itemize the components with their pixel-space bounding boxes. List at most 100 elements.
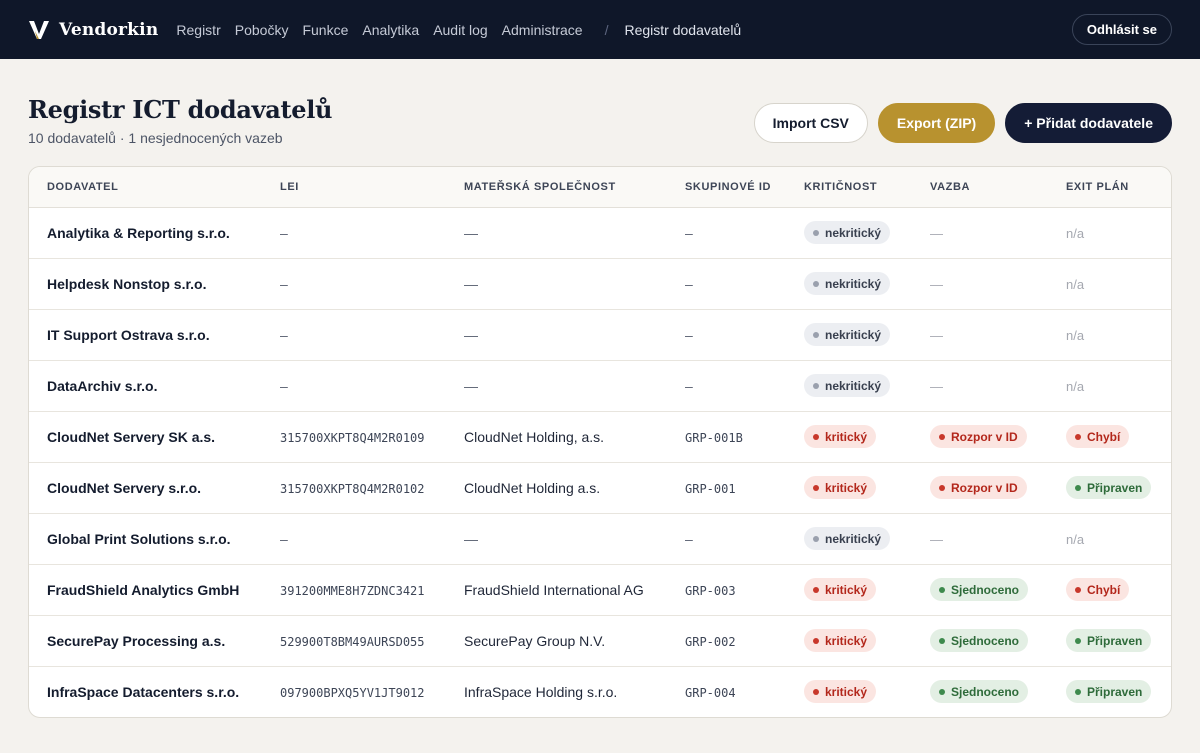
criticality-badge: nekritický [804,323,891,346]
vendor-name-cell[interactable]: DataArchiv s.r.o. [29,360,262,412]
status-dot-icon [813,382,819,389]
exit-plan-label: Připraven [1087,633,1143,648]
group-id-cell-text: GRP-004 [685,685,736,700]
breadcrumb-separator: / [604,21,609,38]
vendor-name-cell[interactable]: SecurePay Processing a.s. [29,615,262,667]
table-row[interactable]: FraudShield Analytics GmbH 391200MME8H7ZD… [29,564,1171,616]
vendor-name-cell[interactable]: Helpdesk Nonstop s.r.o. [29,258,262,310]
status-dot-icon [939,688,945,695]
lei-cell: 097900BPXQ5YV1JT9012 [262,666,446,717]
vendor-name-cell[interactable]: CloudNet Servery s.r.o. [29,462,262,514]
column-header-criticality[interactable]: Kritičnost [786,167,912,208]
lei-cell-text: – [280,326,288,343]
nav-item-audit-log[interactable]: Audit log [433,22,487,38]
criticality-label: kritický [825,582,868,597]
criticality-label: nekritický [825,378,882,393]
status-dot-icon [813,229,819,236]
group-id-cell: – [667,360,786,412]
parent-cell: InfraSpace Holding s.r.o. [446,666,667,717]
table-row[interactable]: CloudNet Servery s.r.o. 315700XKPT8Q4M2R0… [29,462,1171,514]
vendor-name-cell-text: IT Support Ostrava s.r.o. [47,326,210,343]
page-title: Registr ICT dodavatelů [28,95,333,124]
vendor-name-cell[interactable]: Analytika & Reporting s.r.o. [29,207,262,259]
parent-cell-text: InfraSpace Holding s.r.o. [464,683,618,700]
column-header-lei[interactable]: LEI [262,167,446,208]
column-header-link[interactable]: Vazba [912,167,1048,208]
group-id-cell: GRP-001 [667,462,786,514]
nav-item-pobocky[interactable]: Pobočky [235,22,289,38]
link-status-badge: Rozpor v ID [930,476,1027,499]
table-row[interactable]: InfraSpace Datacenters s.r.o. 097900BPXQ5… [29,666,1171,717]
table-row[interactable]: Analytika & Reporting s.r.o. – — – nekritick… [29,207,1171,259]
column-header-vendor[interactable]: Dodavatel [29,167,262,208]
parent-cell: CloudNet Holding a.s. [446,462,667,514]
link-status-empty: — [930,276,943,292]
lei-cell-text: – [280,224,288,241]
lei-cell-text: 315700XKPT8Q4M2R0102 [280,481,425,496]
criticality-label: nekritický [825,531,882,546]
link-status-badge: Sjednoceno [930,629,1029,652]
table-header-row: Dodavatel LEI Mateřská společnost Skupin… [29,167,1171,208]
main-nav: Registr Pobočky Funkce Analytika Audit l… [176,22,741,38]
link-status-label: Sjednoceno [951,582,1020,597]
nav-item-funkce[interactable]: Funkce [302,22,348,38]
vendor-name-cell[interactable]: IT Support Ostrava s.r.o. [29,309,262,361]
parent-cell: — [446,309,667,361]
exit-plan-empty: n/a [1066,531,1085,547]
table-row[interactable]: CloudNet Servery SK a.s. 315700XKPT8Q4M2R… [29,411,1171,463]
exit-plan-empty: n/a [1066,327,1085,343]
status-dot-icon [813,586,819,593]
page-subtitle: 10 dodavatelů · 1 nesjednocených vazeb [28,130,283,146]
table-row[interactable]: Helpdesk Nonstop s.r.o. – — – nekritický — n/a [29,258,1171,310]
status-dot-icon [813,433,819,440]
column-header-exit-plan[interactable]: Exit plán [1048,167,1171,208]
add-vendor-button[interactable]: + Přidat dodavatele [1005,103,1172,143]
column-header-group-id[interactable]: Skupinové ID [667,167,786,208]
table-body: Analytika & Reporting s.r.o. – — – nekritick… [29,207,1171,717]
exit-plan-cell: n/a [1048,258,1171,310]
parent-cell: CloudNet Holding, a.s. [446,411,667,463]
export-zip-button[interactable]: Export (ZIP) [877,103,996,143]
group-id-cell: – [667,258,786,310]
vendor-name-cell-text: Global Print Solutions s.r.o. [47,530,231,547]
criticality-badge: nekritický [804,221,891,244]
parent-cell-text: SecurePay Group N.V. [464,632,606,649]
vendor-name-cell-text: CloudNet Servery s.r.o. [47,479,202,496]
link-status-cell: Rozpor v ID [912,462,1048,514]
title-block: Registr ICT dodavatelů 10 dodavatelů · 1… [28,95,754,146]
exit-plan-cell: Chybí [1048,411,1171,463]
vendor-name-cell[interactable]: CloudNet Servery SK a.s. [29,411,262,463]
criticality-badge: kritický [804,578,877,601]
link-status-label: Rozpor v ID [951,480,1018,495]
table-row[interactable]: DataArchiv s.r.o. – — – nekritický — n/a [29,360,1171,412]
status-dot-icon [939,637,945,644]
nav-item-registr[interactable]: Registr [176,22,220,38]
link-status-label: Sjednoceno [951,684,1020,699]
vendor-name-cell[interactable]: FraudShield Analytics GmbH [29,564,262,616]
table-row[interactable]: Global Print Solutions s.r.o. – — – nekritic… [29,513,1171,565]
status-dot-icon [939,433,945,440]
lei-cell-text: 315700XKPT8Q4M2R0109 [280,430,425,445]
group-id-cell-text: – [685,377,693,394]
lei-cell-text: 529900T8BM49AURSD055 [280,634,425,649]
criticality-badge: kritický [804,476,877,499]
vendor-name-cell[interactable]: Global Print Solutions s.r.o. [29,513,262,565]
table-row[interactable]: SecurePay Processing a.s. 529900T8BM49AUR… [29,615,1171,667]
nav-item-analytika[interactable]: Analytika [362,22,419,38]
group-id-cell: – [667,513,786,565]
criticality-label: nekritický [825,225,882,240]
table-row[interactable]: IT Support Ostrava s.r.o. – — – nekritický — n… [29,309,1171,361]
nav-item-administrace[interactable]: Administrace [502,22,583,38]
logout-button[interactable]: Odhlásit se [1071,14,1172,45]
parent-cell: FraudShield International AG [446,564,667,616]
lei-cell: 315700XKPT8Q4M2R0109 [262,411,446,463]
status-dot-icon [1075,637,1081,644]
vendor-name-cell[interactable]: InfraSpace Datacenters s.r.o. [29,666,262,717]
vendor-name-cell-text: FraudShield Analytics GmbH [47,581,240,598]
lei-cell: 391200MME8H7ZDNC3421 [262,564,446,616]
lei-cell-text: – [280,530,288,547]
brand[interactable]: Vendorkin [28,19,158,41]
parent-cell-text: FraudShield International AG [464,581,644,598]
import-csv-button[interactable]: Import CSV [753,103,868,143]
column-header-parent[interactable]: Mateřská společnost [446,167,667,208]
